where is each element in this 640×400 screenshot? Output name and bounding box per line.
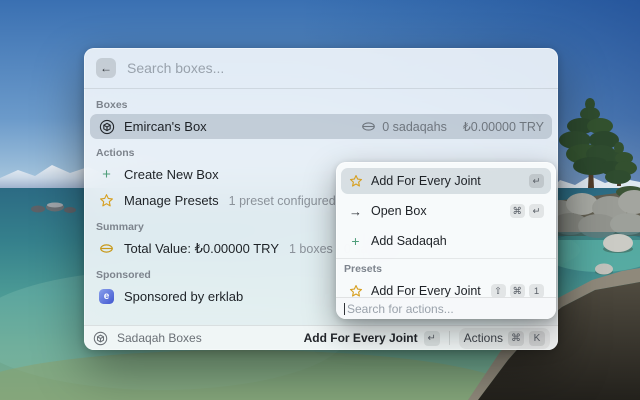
section-label-boxes: Boxes — [96, 99, 128, 111]
arrow-right-icon: → — [349, 203, 362, 219]
one-key: 1 — [529, 284, 544, 298]
k-key: K — [529, 330, 545, 346]
cmd-key: ⌘ — [509, 204, 525, 218]
section-label-presets: Presets — [344, 263, 382, 275]
cmd-key: ⌘ — [508, 330, 524, 346]
box-icon — [98, 119, 115, 135]
manage-presets-label: Manage Presets — [124, 193, 219, 208]
plus-icon: + — [351, 233, 360, 249]
primary-action-button[interactable]: Add For Every Joint — [304, 331, 418, 345]
plus-icon: + — [102, 166, 111, 183]
cmd-key: ⌘ — [509, 284, 525, 298]
box-sadaqah-count: 0 sadaqahs — [382, 119, 447, 134]
star-icon — [348, 173, 363, 189]
box-title: Emircan's Box — [124, 119, 207, 134]
back-button[interactable]: ← — [96, 58, 116, 78]
box-row-emircans-box[interactable]: Emircan's Box 0 sadaqahs ₺0.00000 TRY — [90, 114, 552, 139]
app-box-icon — [92, 330, 109, 346]
total-value-label: Total Value: ₺0.00000 TRY — [124, 240, 279, 256]
action-add-for-every-joint[interactable]: Add For Every Joint ↵ — [341, 168, 551, 194]
manage-presets-subtitle: 1 preset configured — [228, 193, 336, 208]
erklab-icon: e — [98, 289, 115, 305]
return-key: ↵ — [529, 174, 544, 188]
action-label: Add For Every Joint — [371, 174, 481, 188]
back-icon: ← — [100, 61, 112, 75]
text-cursor — [344, 302, 345, 315]
action-label: Add Sadaqah — [371, 234, 447, 248]
search-bar: ← Search boxes... — [84, 48, 558, 89]
section-label-actions: Actions — [96, 147, 135, 159]
action-add-sadaqah[interactable]: + Add Sadaqah — [341, 228, 551, 254]
status-bar: Sadaqah Boxes Add For Every Joint ↵ Acti… — [84, 325, 558, 350]
sponsored-label: Sponsored by erklab — [124, 289, 244, 304]
actions-menu-button[interactable]: Actions ⌘ K — [458, 327, 550, 349]
return-key: ↵ — [423, 330, 440, 346]
action-open-box[interactable]: → Open Box ⌘ ↵ — [341, 198, 551, 224]
box-value: ₺0.00000 TRY — [462, 120, 544, 134]
coin-icon — [361, 119, 376, 135]
action-label: Open Box — [371, 204, 427, 218]
return-key: ↵ — [529, 204, 544, 218]
footer-divider — [448, 331, 450, 345]
panel-divider — [336, 258, 556, 259]
actions-search-bar[interactable]: Search for actions... — [336, 297, 556, 319]
actions-search-input[interactable]: Search for actions... — [347, 302, 454, 316]
coin-icon — [98, 241, 115, 257]
star-icon — [98, 193, 115, 209]
create-new-box-label: Create New Box — [124, 167, 219, 182]
shift-key: ⇧ — [490, 284, 506, 298]
actions-panel: Add For Every Joint ↵ → Open Box ⌘ ↵ + A… — [336, 162, 556, 319]
app-name: Sadaqah Boxes — [117, 331, 202, 345]
preset-label: Add For Every Joint — [371, 284, 481, 298]
search-input[interactable]: Search boxes... — [127, 60, 224, 76]
desktop: ← Search boxes... Boxes Emircan's Box 0 … — [0, 0, 640, 400]
